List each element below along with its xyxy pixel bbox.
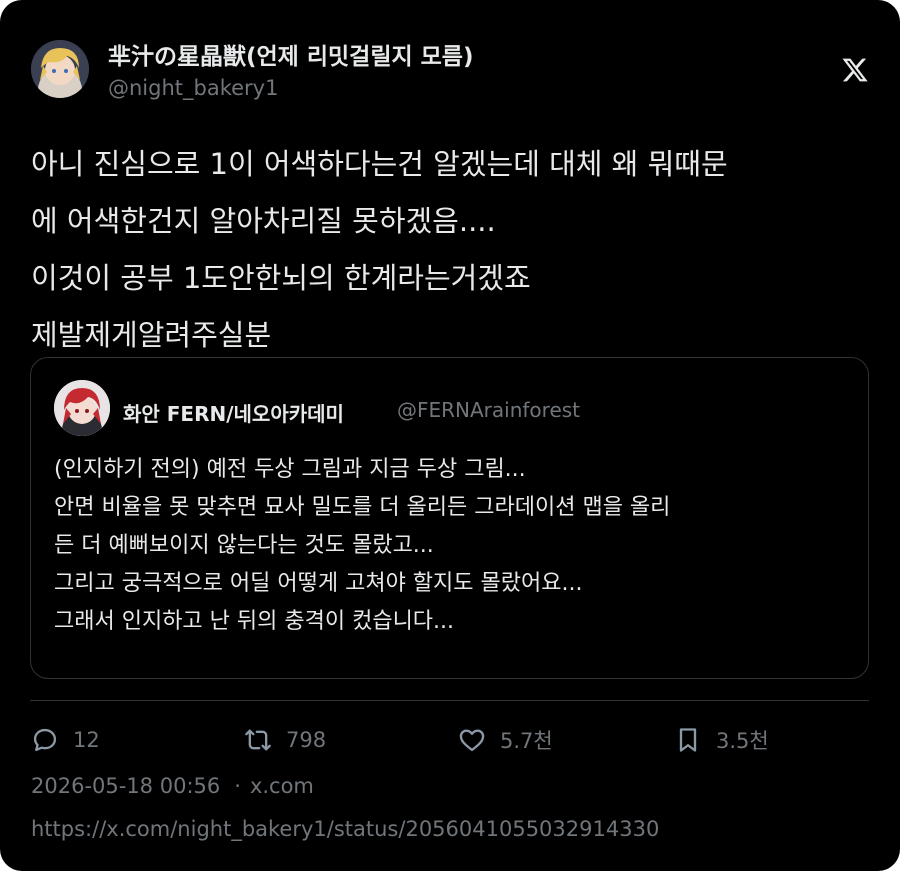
source-link[interactable]: x.com <box>250 774 314 798</box>
reply-count: 12 <box>73 728 100 752</box>
author-handle[interactable]: @night_bakery1 <box>108 76 278 100</box>
tweet-card: 芈汁の星晶獣(언제 리밋걸릴지 모름) @night_bakery1 아니 진심… <box>0 0 900 871</box>
heart-icon <box>459 729 485 752</box>
author-avatar[interactable] <box>31 40 89 98</box>
quoted-author-display-name[interactable]: 화안 FERN/네오아카데미 <box>123 398 344 427</box>
anime-avatar-blond-icon <box>31 40 89 98</box>
post-line: 제발제게알려주실분 <box>31 318 272 352</box>
divider <box>30 700 869 701</box>
x-logo-icon[interactable] <box>841 56 869 84</box>
quoted-line: 안면 비율을 못 맞추면 묘사 밀도를 더 올리든 그라데이션 맵을 올리 <box>54 495 671 520</box>
post-meta: 2026-05-18 00:56 · x.com <box>31 774 314 798</box>
quoted-author-handle[interactable]: @FERNArainforest <box>397 398 580 422</box>
bookmark-icon <box>679 728 697 752</box>
post-url[interactable]: https://x.com/night_bakery1/status/20560… <box>31 817 659 841</box>
quoted-line: 그래서 인지하고 난 뒤의 충격이 컸습니다... <box>54 609 455 634</box>
anime-avatar-red-icon <box>54 380 110 436</box>
quoted-line: 든 더 예뻐보이지 않는다는 것도 몰랐고... <box>54 533 434 558</box>
post-line: 이것이 공부 1도안한뇌의 한계라는거겠죠 <box>31 261 531 295</box>
reply-icon <box>33 728 57 752</box>
repost-icon <box>245 729 271 751</box>
post-line: 아니 진심으로 1이 어색하다는건 알겠는데 대체 왜 뭐때문 <box>31 147 728 181</box>
timestamp[interactable]: 2026-05-18 00:56 <box>31 774 220 798</box>
like-button[interactable]: 5.7천 <box>458 722 553 758</box>
quoted-author-avatar[interactable] <box>54 380 110 436</box>
reply-button[interactable]: 12 <box>31 722 100 758</box>
separator-dot: · <box>234 774 241 798</box>
post-text: 아니 진심으로 1이 어색하다는건 알겠는데 대체 왜 뭐때문 에 어색한건지 … <box>31 136 881 364</box>
post-line: 에 어색한건지 알아차리질 못하겠음.... <box>31 204 496 238</box>
bookmark-button[interactable]: 3.5천 <box>674 722 769 758</box>
repost-count: 798 <box>286 728 327 752</box>
quoted-line: (인지하기 전의) 예전 두상 그림과 지금 두상 그림... <box>54 457 526 482</box>
bookmark-count: 3.5천 <box>716 729 769 753</box>
like-count: 5.7천 <box>500 729 553 753</box>
quoted-line: 그리고 궁극적으로 어딜 어떻게 고쳐야 할지도 몰랐어요... <box>54 571 583 596</box>
quoted-tweet[interactable]: 화안 FERN/네오아카데미 @FERNArainforest (인지하기 전의… <box>30 357 869 679</box>
author-display-name[interactable]: 芈汁の星晶獣(언제 리밋걸릴지 모름) <box>108 37 473 71</box>
repost-button[interactable]: 798 <box>244 722 326 758</box>
quoted-text: (인지하기 전의) 예전 두상 그림과 지금 두상 그림... 안면 비율을 못… <box>54 451 859 641</box>
